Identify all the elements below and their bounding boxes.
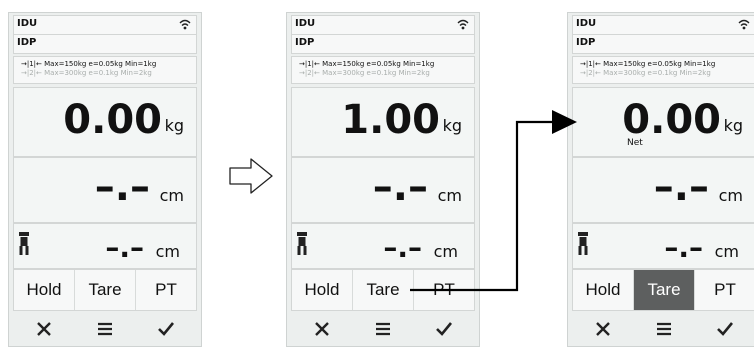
outline-arrow-icon: [229, 158, 273, 194]
connector-line: [410, 120, 552, 292]
connector-arrowhead-icon: [552, 110, 577, 134]
flow-arrows: [229, 110, 577, 292]
